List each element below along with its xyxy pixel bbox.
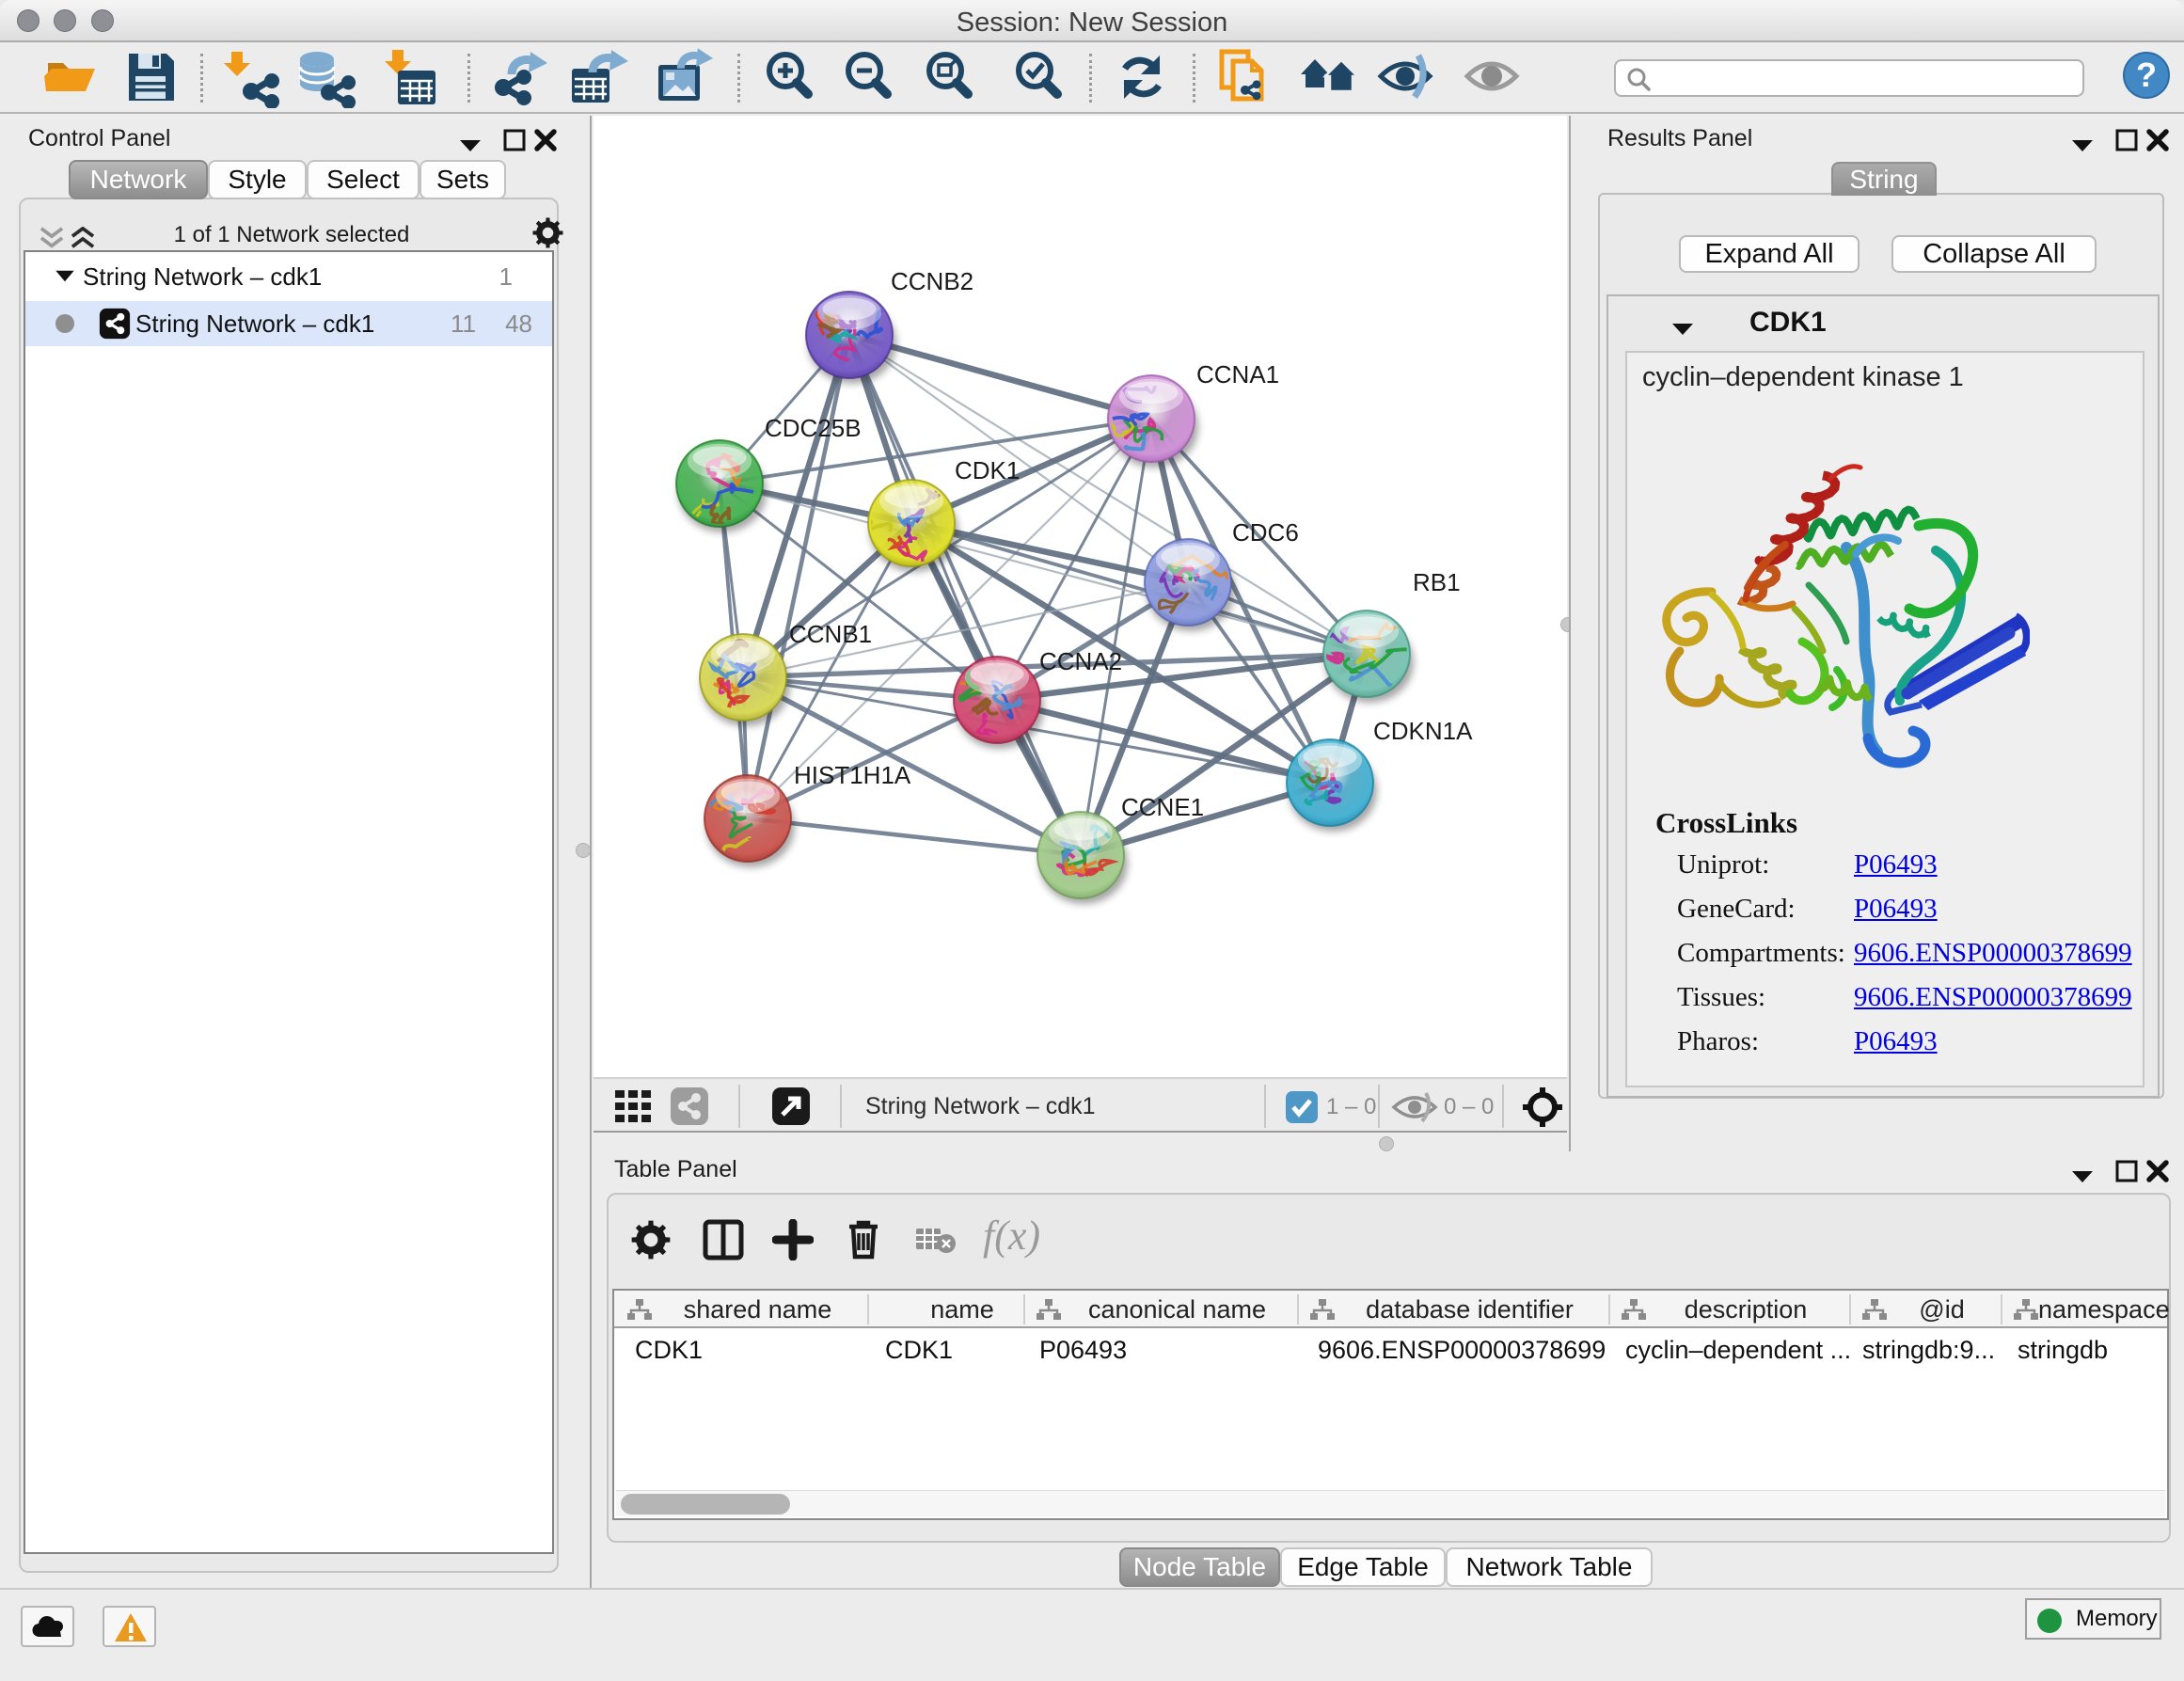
svg-text:CCNA1: CCNA1 <box>1196 360 1279 389</box>
svg-text:?: ? <box>2136 56 2157 94</box>
svg-text:CDC25B: CDC25B <box>765 414 862 442</box>
svg-text:RB1: RB1 <box>1413 568 1461 596</box>
svg-text:CCNE1: CCNE1 <box>1121 793 1204 821</box>
svg-text:CCNA2: CCNA2 <box>1039 647 1122 675</box>
svg-text:CCNB1: CCNB1 <box>789 620 872 648</box>
svg-text:CCNB2: CCNB2 <box>891 267 973 295</box>
svg-text:HIST1H1A: HIST1H1A <box>794 761 911 789</box>
svg-text:CDKN1A: CDKN1A <box>1373 717 1473 745</box>
svg-text:CDK1: CDK1 <box>955 456 1020 484</box>
svg-text:CDC6: CDC6 <box>1232 518 1299 547</box>
